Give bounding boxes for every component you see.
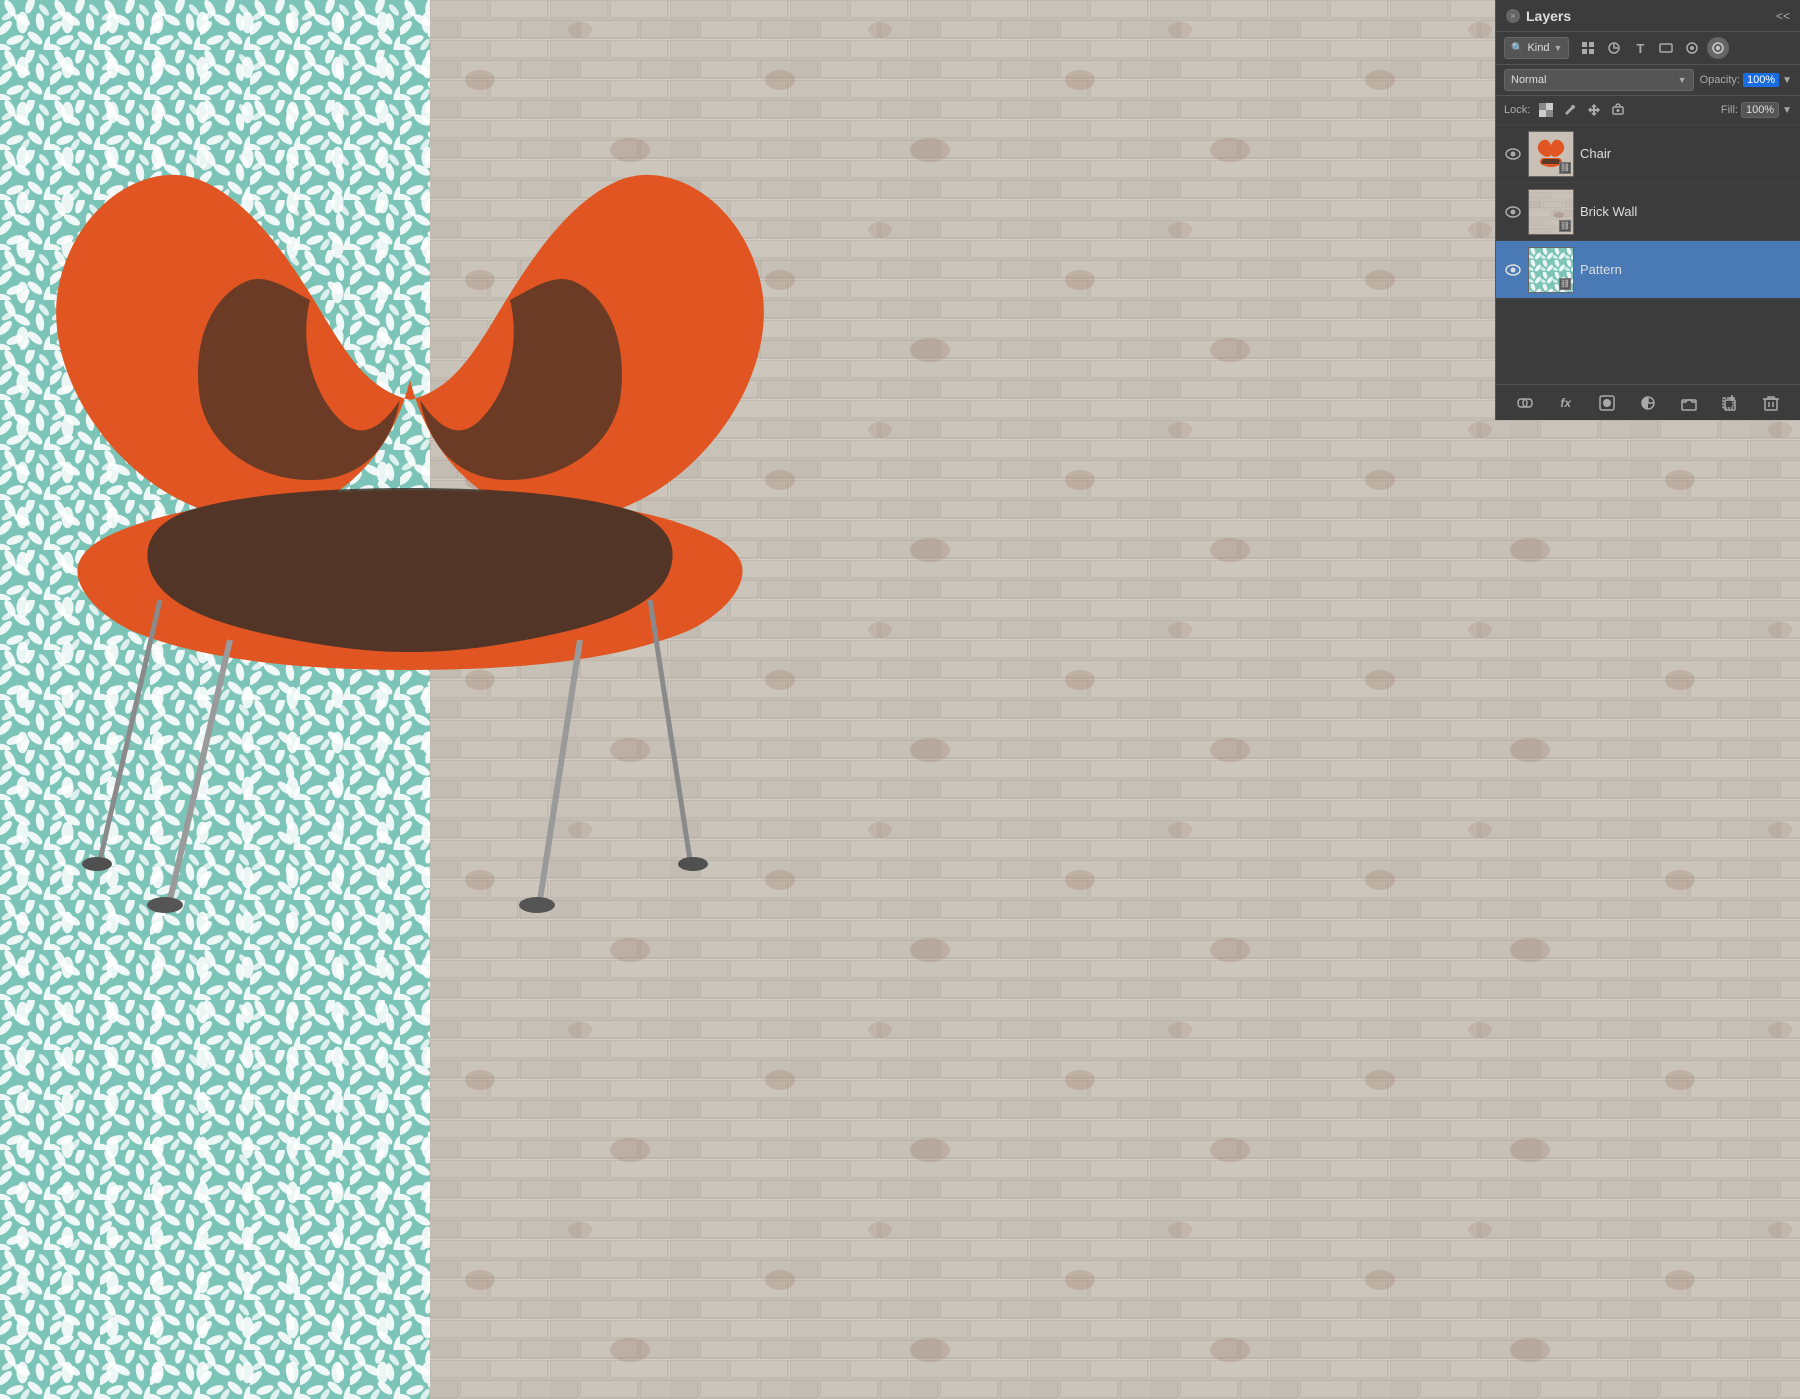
panel-expand-button[interactable]: << — [1776, 9, 1790, 23]
panel-titlebar: × Layers << — [1496, 0, 1800, 32]
filter-smart-button[interactable] — [1681, 37, 1703, 59]
filter-adjustment-button[interactable] — [1603, 37, 1625, 59]
blend-row: Normal ▼ Opacity: 100% ▼ — [1496, 65, 1800, 96]
lock-image-button[interactable] — [1560, 100, 1580, 120]
layer-item-brick[interactable]: ⛓ Brick Wall — [1496, 183, 1800, 241]
blend-dropdown-arrow: ▼ — [1678, 75, 1687, 85]
layer-name-pattern: Pattern — [1580, 262, 1792, 277]
panel-title-group: × Layers — [1506, 8, 1571, 24]
panel-close-button[interactable]: × — [1506, 9, 1520, 23]
layer-mask-button[interactable] — [1595, 391, 1619, 415]
layer-chain-icon-chair: ⛓ — [1559, 162, 1571, 174]
fill-label: Fill: — [1721, 104, 1738, 116]
chair-svg — [0, 80, 820, 1060]
layers-panel: × Layers << 🔍 Kind ▼ T — [1495, 0, 1800, 420]
layers-toolbar: fx — [1496, 384, 1800, 420]
chair-illustration — [0, 80, 820, 1060]
layer-name-brick: Brick Wall — [1580, 204, 1792, 219]
opacity-arrow[interactable]: ▼ — [1782, 75, 1792, 86]
lock-label: Lock: — [1504, 104, 1530, 116]
adjustment-layer-button[interactable] — [1636, 391, 1660, 415]
filter-pixel-button[interactable] — [1577, 37, 1599, 59]
panel-title: Layers — [1526, 8, 1571, 24]
layers-list: ⛓ Chair — [1496, 125, 1800, 384]
layer-visibility-brick[interactable] — [1504, 203, 1522, 221]
fill-value[interactable]: 100% — [1741, 102, 1779, 118]
filter-shape-button[interactable] — [1655, 37, 1677, 59]
blend-mode-dropdown[interactable]: Normal ▼ — [1504, 69, 1694, 91]
fill-arrow[interactable]: ▼ — [1782, 105, 1792, 116]
kind-dropdown-arrow: ▼ — [1553, 43, 1562, 53]
opacity-value[interactable]: 100% — [1743, 73, 1779, 87]
new-layer-button[interactable] — [1718, 391, 1742, 415]
blend-mode-label: Normal — [1511, 74, 1546, 86]
lock-row: Lock: Fi — [1496, 96, 1800, 125]
layer-chain-icon-pattern: ⛓ — [1559, 278, 1571, 290]
layer-thumbnail-brick: ⛓ — [1528, 189, 1574, 235]
kind-label: Kind — [1527, 42, 1549, 54]
fill-group: Fill: 100% ▼ — [1721, 102, 1792, 118]
layer-style-button[interactable]: fx — [1554, 391, 1578, 415]
opacity-group: Opacity: 100% ▼ — [1700, 73, 1792, 87]
filter-text-button[interactable]: T — [1629, 37, 1651, 59]
filter-toggle-button[interactable] — [1707, 37, 1729, 59]
layer-thumbnail-chair: ⛓ — [1528, 131, 1574, 177]
link-layers-button[interactable] — [1513, 391, 1537, 415]
layer-chain-icon-brick: ⛓ — [1559, 220, 1571, 232]
layer-group-button[interactable] — [1677, 391, 1701, 415]
filter-row: 🔍 Kind ▼ T — [1496, 32, 1800, 65]
layer-item-chair[interactable]: ⛓ Chair — [1496, 125, 1800, 183]
delete-layer-button[interactable] — [1759, 391, 1783, 415]
kind-dropdown[interactable]: 🔍 Kind ▼ — [1504, 37, 1569, 59]
lock-icons-group — [1536, 100, 1628, 120]
layer-visibility-chair[interactable] — [1504, 145, 1522, 163]
filter-icons-group: T — [1577, 37, 1703, 59]
layer-name-chair: Chair — [1580, 146, 1792, 161]
search-icon: 🔍 — [1511, 43, 1523, 54]
lock-artboard-button[interactable] — [1608, 100, 1628, 120]
lock-position-button[interactable] — [1584, 100, 1604, 120]
layer-item-pattern[interactable]: ⛓ Pattern — [1496, 241, 1800, 299]
layer-visibility-pattern[interactable] — [1504, 261, 1522, 279]
opacity-label: Opacity: — [1700, 74, 1740, 86]
layer-thumbnail-pattern: ⛓ — [1528, 247, 1574, 293]
lock-transparency-button[interactable] — [1536, 100, 1556, 120]
